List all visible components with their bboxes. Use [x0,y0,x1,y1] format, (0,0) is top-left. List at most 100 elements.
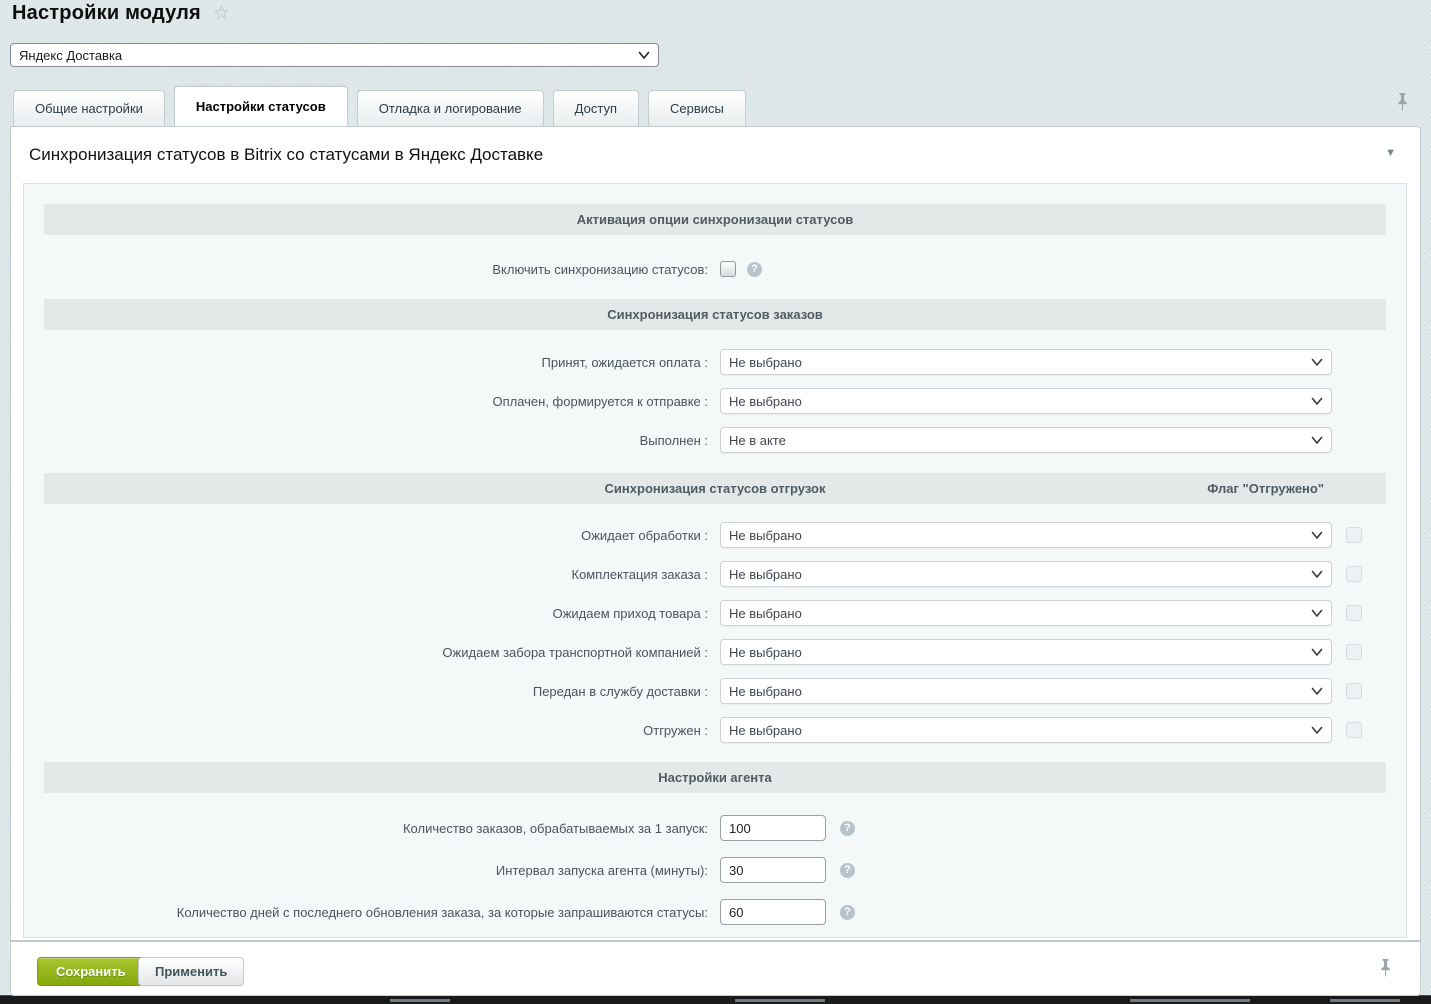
shipped-flag-checkbox[interactable] [1346,644,1362,660]
settings-panel: Синхронизация статусов в Bitrix со стату… [10,126,1421,941]
chevron-down-icon [1311,687,1323,696]
shipment-status-row: Ожидает обработки : Не выбрано [44,522,1386,548]
order-completed-select-value: Не в акте [729,433,1311,448]
shipped-flag-checkbox[interactable] [1346,722,1362,738]
ship-handed-to-delivery-select[interactable]: Не выбрано [720,678,1332,704]
help-icon[interactable]: ? [840,821,855,836]
ship-awaiting-processing-label: Ожидает обработки : [44,528,714,543]
order-completed-select[interactable]: Не в акте [720,427,1332,453]
ship-picking-select-value: Не выбрано [729,567,1311,582]
footer-button-bar: Сохранить Применить [10,941,1421,996]
section-header-order-statuses: Синхронизация статусов заказов [44,299,1386,330]
order-accepted-select-value: Не выбрано [729,355,1311,370]
chevron-down-icon [1311,648,1323,657]
chevron-down-icon [1311,358,1323,367]
collapse-section-icon[interactable]: ▼ [1385,147,1396,159]
shipped-flag-checkbox[interactable] [1346,566,1362,582]
shipment-status-row: Отгружен : Не выбрано [44,717,1386,743]
ship-awaiting-processing-select-value: Не выбрано [729,528,1311,543]
ship-awaiting-goods-select-value: Не выбрано [729,606,1311,621]
ship-shipped-select-value: Не выбрано [729,723,1311,738]
days-since-update-input[interactable] [720,899,826,925]
shipped-flag-column-header: Флаг "Отгружено" [1207,473,1324,504]
settings-form: Активация опции синхронизации статусов В… [23,183,1407,938]
enable-sync-row: Включить синхронизацию статусов: ? [44,256,1386,282]
chevron-down-icon [1311,436,1323,445]
ship-handed-to-delivery-select-value: Не выбрано [729,684,1311,699]
save-button[interactable]: Сохранить [37,957,145,986]
shipment-status-row: Ожидаем приход товара : Не выбрано [44,600,1386,626]
agent-setting-row: Интервал запуска агента (минуты): ? [44,857,1386,883]
section-header-order-statuses-label: Синхронизация статусов заказов [607,307,823,322]
chevron-down-icon [1311,397,1323,406]
order-paid-label: Оплачен, формируется к отправке : [44,394,714,409]
shipment-status-row: Ожидаем забора транспортной компанией : … [44,639,1386,665]
section-header-agent: Настройки агента [44,762,1386,793]
ship-picking-label: Комплектация заказа : [44,567,714,582]
chevron-down-icon [1311,609,1323,618]
shipped-flag-checkbox[interactable] [1346,683,1362,699]
order-completed-label: Выполнен : [44,433,714,448]
tab-status-settings[interactable]: Настройки статусов [174,86,348,126]
module-settings-page: Настройки модуля ☆ Яндекс Доставка Общие… [0,0,1431,1004]
agent-setting-row: Количество дней с последнего обновления … [44,899,1386,925]
help-icon[interactable]: ? [747,262,762,277]
pin-icon[interactable] [1379,958,1392,982]
ship-awaiting-processing-select[interactable]: Не выбрано [720,522,1332,548]
section-header-shipment-statuses: Синхронизация статусов отгрузок Флаг "От… [44,473,1386,504]
help-icon[interactable]: ? [840,863,855,878]
shipped-flag-checkbox[interactable] [1346,527,1362,543]
shipment-status-row: Комплектация заказа : Не выбрано [44,561,1386,587]
orders-per-run-input[interactable] [720,815,826,841]
agent-setting-row: Количество заказов, обрабатываемых за 1 … [44,815,1386,841]
order-status-row: Выполнен : Не в акте [44,427,1386,453]
order-paid-select[interactable]: Не выбрано [720,388,1332,414]
enable-sync-checkbox[interactable] [720,261,736,277]
ship-awaiting-pickup-select[interactable]: Не выбрано [720,639,1332,665]
agent-interval-label: Интервал запуска агента (минуты): [44,863,714,878]
chevron-down-icon [1311,570,1323,579]
section-header-shipment-statuses-label: Синхронизация статусов отгрузок [605,481,826,496]
tab-access[interactable]: Доступ [553,90,639,126]
section-header-activation: Активация опции синхронизации статусов [44,204,1386,235]
pin-icon[interactable] [1396,92,1409,116]
page-title: Настройки модуля [12,2,201,25]
chevron-down-icon [1311,531,1323,540]
order-status-row: Принят, ожидается оплата : Не выбрано [44,349,1386,375]
favorite-star-icon[interactable]: ☆ [213,4,230,23]
enable-sync-label: Включить синхронизацию статусов: [44,262,714,277]
section-header-agent-label: Настройки агента [658,770,772,785]
page-header: Настройки модуля ☆ [12,2,230,25]
ship-awaiting-pickup-select-value: Не выбрано [729,645,1311,660]
panel-title-row: Синхронизация статусов в Bitrix со стату… [11,127,1420,183]
ship-awaiting-pickup-label: Ожидаем забора транспортной компанией : [44,645,714,660]
chevron-down-icon [638,51,650,60]
agent-interval-input[interactable] [720,857,826,883]
shipment-status-row: Передан в службу доставки : Не выбрано [44,678,1386,704]
days-since-update-label: Количество дней с последнего обновления … [44,905,714,920]
ship-handed-to-delivery-label: Передан в службу доставки : [44,684,714,699]
order-status-row: Оплачен, формируется к отправке : Не выб… [44,388,1386,414]
order-accepted-label: Принят, ожидается оплата : [44,355,714,370]
tab-general-settings[interactable]: Общие настройки [13,90,165,126]
ship-shipped-label: Отгружен : [44,723,714,738]
order-accepted-select[interactable]: Не выбрано [720,349,1332,375]
ship-shipped-select[interactable]: Не выбрано [720,717,1332,743]
orders-per-run-label: Количество заказов, обрабатываемых за 1 … [44,821,714,836]
order-paid-select-value: Не выбрано [729,394,1311,409]
section-header-activation-label: Активация опции синхронизации статусов [577,212,854,227]
ship-picking-select[interactable]: Не выбрано [720,561,1332,587]
tab-services[interactable]: Сервисы [648,90,746,126]
chevron-down-icon [1311,726,1323,735]
ship-awaiting-goods-label: Ожидаем приход товара : [44,606,714,621]
module-select-value: Яндекс Доставка [19,48,638,63]
help-icon[interactable]: ? [840,905,855,920]
tab-bar: Общие настройки Настройки статусов Отлад… [13,86,1421,126]
bottom-edge-bar [0,995,1431,1004]
module-select[interactable]: Яндекс Доставка [10,43,659,67]
panel-title: Синхронизация статусов в Bitrix со стату… [29,145,543,165]
apply-button[interactable]: Применить [138,957,244,986]
ship-awaiting-goods-select[interactable]: Не выбрано [720,600,1332,626]
shipped-flag-checkbox[interactable] [1346,605,1362,621]
tab-debug-logging[interactable]: Отладка и логирование [357,90,544,126]
